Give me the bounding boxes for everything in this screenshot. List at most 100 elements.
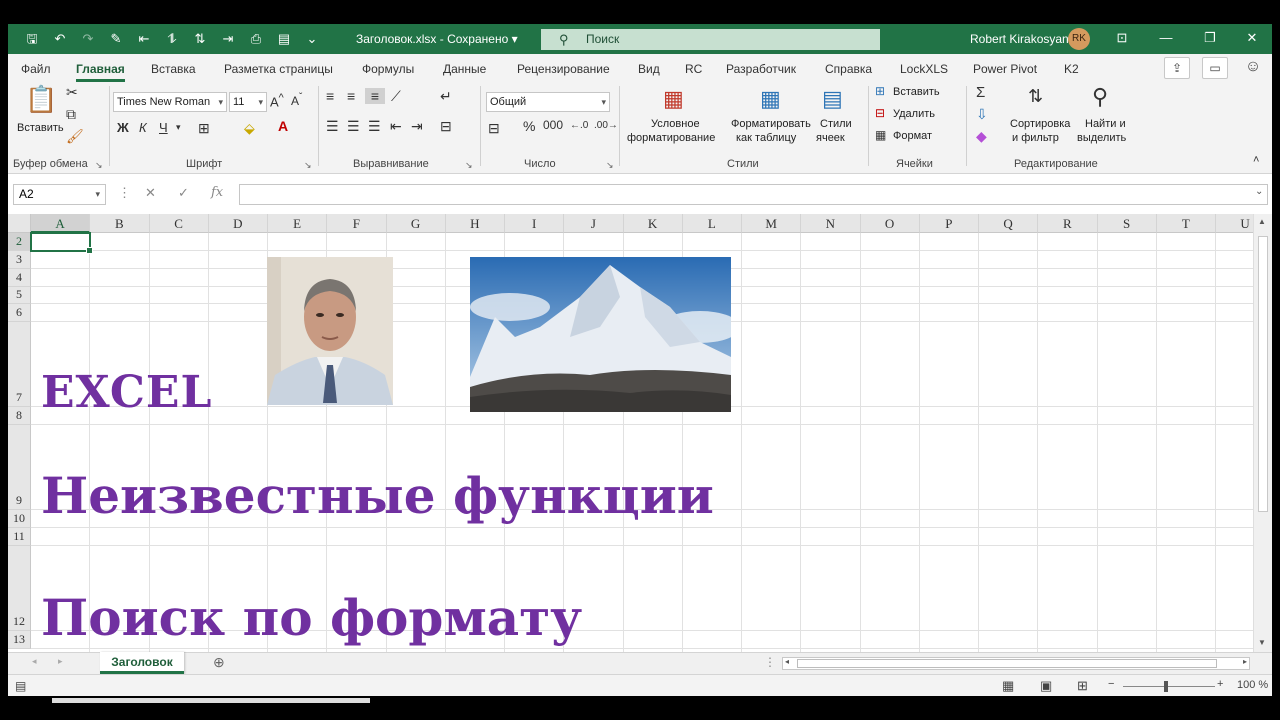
conditional-formatting-label-2[interactable]: форматирование [627,132,715,144]
page-layout-view-icon[interactable]: ▣ [1040,678,1052,694]
increase-font-icon[interactable]: A^ [270,92,284,109]
close-icon[interactable]: ✕ [1242,30,1262,46]
page-break-view-icon[interactable]: ⊞ [1077,678,1088,694]
column-header-p[interactable]: P [919,214,979,233]
prev-sheet-icon[interactable]: ◂ [32,656,37,667]
print-icon[interactable]: ⎙ [246,30,266,48]
tab-help[interactable]: Справка [825,62,872,76]
column-header-r[interactable]: R [1038,214,1098,233]
find-select-label-1[interactable]: Найти и [1085,118,1126,130]
increase-decimal-icon[interactable]: ←.0 [570,120,588,131]
tab-lockxls[interactable]: LockXLS [900,62,948,76]
tab-data[interactable]: Данные [443,62,486,76]
scroll-left-icon[interactable]: ◂ [785,657,789,666]
tab-file[interactable]: Файл [21,62,51,76]
user-name[interactable]: Robert Kirakosyan [970,32,1069,46]
italic-button[interactable]: К [139,120,147,135]
row-header-13[interactable]: 13 [8,631,31,649]
splitter-icon[interactable]: ⋮ [764,655,776,669]
column-header-g[interactable]: G [386,214,446,233]
cell-a9-text[interactable]: Неизвестные функции [41,466,714,525]
align-middle-icon[interactable]: ≡ [347,88,355,104]
decrease-indent-icon[interactable]: ⇤ [390,118,402,135]
custom-qat-icon-1[interactable]: ⇤ [134,30,154,48]
column-header-f[interactable]: F [327,214,387,233]
column-header-j[interactable]: J [564,214,624,233]
alignment-launcher-icon[interactable]: ↘ [465,160,473,171]
custom-qat-icon-3[interactable]: ⇅ [190,30,210,48]
format-as-table-label-2[interactable]: как таблицу [736,132,796,144]
zoom-slider-knob[interactable] [1164,681,1168,692]
column-header-s[interactable]: S [1097,214,1157,233]
tab-k2[interactable]: K2 [1064,62,1079,76]
delete-cells-button[interactable]: Удалить [893,108,935,120]
sheet-tab[interactable]: Заголовок [100,652,184,674]
select-all-corner[interactable] [8,214,31,233]
horizontal-scroll-thumb[interactable] [797,659,1217,668]
row-header-8[interactable]: 8 [8,407,31,425]
align-center-icon[interactable]: ☰ [347,118,360,135]
format-as-table-label-1[interactable]: Форматировать [731,118,811,130]
column-header-k[interactable]: K [623,214,683,233]
minimize-icon[interactable]: — [1156,30,1176,45]
vertical-scrollbar[interactable]: ▲ ▼ [1253,214,1272,652]
macro-record-icon[interactable]: ▤ [15,679,26,693]
tab-power-pivot[interactable]: Power Pivot [973,62,1037,76]
sort-filter-label-2[interactable]: и фильтр [1012,132,1059,144]
add-sheet-icon[interactable]: ⊕ [213,654,225,671]
fill-color-icon[interactable]: ⬙ [244,120,255,137]
paste-button[interactable]: Вставить [17,122,64,134]
tab-formulas[interactable]: Формулы [362,62,414,76]
fill-icon[interactable]: ⇩ [976,106,988,123]
align-top-icon[interactable]: ≡ [326,88,334,104]
sort-filter-label-1[interactable]: Сортировка [1010,118,1070,130]
align-bottom-icon[interactable]: ≡ [365,88,385,104]
save-icon[interactable]: 🖫 [22,30,42,48]
row-header-9[interactable]: 9 [8,425,31,510]
font-launcher-icon[interactable]: ↘ [304,160,312,171]
mountain-image[interactable] [470,257,731,412]
man-portrait-image[interactable] [267,257,393,405]
worksheet-grid[interactable]: A B C D E F G H I J K L M N O P Q R S T U 2 3 4 5 6 7 8 9 10 11 12 13 [8,214,1272,652]
column-header-t[interactable]: T [1156,214,1216,233]
conditional-formatting-icon[interactable]: ▦ [663,86,684,112]
column-header-a[interactable]: A [31,214,91,233]
active-cell-a2[interactable] [30,232,94,254]
find-select-icon[interactable]: ⚲ [1092,84,1108,110]
row-header-11[interactable]: 11 [8,528,31,546]
redo-icon[interactable]: ↷ [78,30,98,48]
tab-home[interactable]: Главная [76,62,125,82]
column-header-o[interactable]: O [860,214,920,233]
merge-center-icon[interactable]: ⊟ [440,118,452,135]
format-painter-icon[interactable]: ✎ [106,30,126,48]
tab-review[interactable]: Рецензирование [517,62,610,76]
ribbon-display-icon[interactable]: ⊡ [1112,30,1132,46]
row-header-12[interactable]: 12 [8,546,31,631]
cell-a12-text[interactable]: Поиск по формату [41,588,582,647]
tab-developer[interactable]: Разработчик [726,62,796,76]
zoom-level[interactable]: 100 % [1237,679,1268,691]
font-color-icon[interactable]: A [278,118,288,134]
column-header-d[interactable]: D [208,214,268,233]
cell-styles-label-2[interactable]: ячеек [816,132,845,144]
normal-view-icon[interactable]: ▦ [1002,678,1014,694]
paste-icon[interactable]: 📋 [25,84,57,115]
tab-view[interactable]: Вид [638,62,660,76]
find-select-label-2[interactable]: выделить [1077,132,1126,144]
increase-indent-icon[interactable]: ⇥ [411,118,423,135]
row-header-7[interactable]: 7 [8,322,31,407]
avatar[interactable]: RK [1068,28,1090,50]
undo-icon[interactable]: ↶ [50,30,70,48]
scroll-up-icon[interactable]: ▲ [1258,217,1266,226]
tab-rc[interactable]: RC [685,62,702,76]
zoom-out-icon[interactable]: − [1108,678,1114,690]
row-header-3[interactable]: 3 [8,251,31,269]
column-header-h[interactable]: H [445,214,505,233]
conditional-formatting-label-1[interactable]: Условное [651,118,700,130]
tab-page-layout[interactable]: Разметка страницы [224,62,333,76]
percent-icon[interactable]: % [523,118,535,134]
number-launcher-icon[interactable]: ↘ [606,160,614,171]
cell-styles-label-1[interactable]: Стили [820,118,852,130]
custom-qat-icon-4[interactable]: ⇥ [218,30,238,48]
column-header-e[interactable]: E [268,214,328,233]
